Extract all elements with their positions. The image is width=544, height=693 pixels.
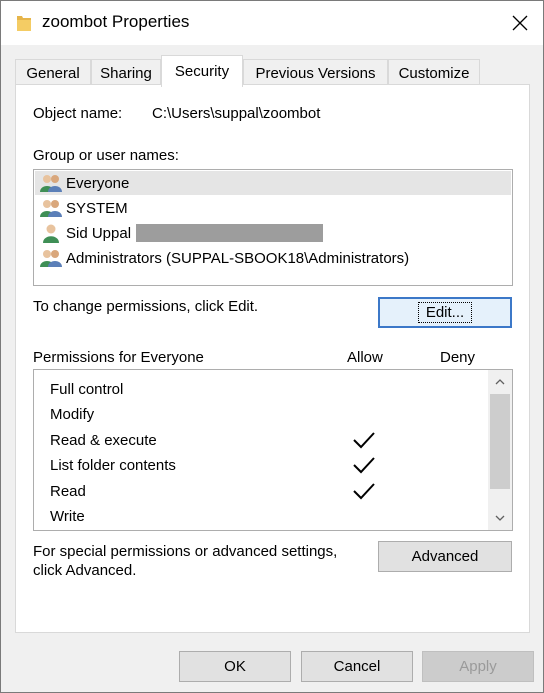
permission-row: Read [34, 478, 488, 503]
list-item-sid-uppal[interactable]: Sid Uppal [35, 221, 511, 245]
list-item-everyone[interactable]: Everyone [35, 171, 511, 195]
ok-button[interactable]: OK [179, 651, 291, 682]
group-users-label: Group or user names: [33, 147, 179, 164]
group-users-icon [40, 200, 62, 217]
permissions-label: Permissions for Everyone [33, 349, 204, 366]
allow-header: Allow [347, 349, 383, 366]
group-users-icon [40, 175, 62, 192]
user-icon [43, 224, 59, 243]
object-name-value: C:\Users\suppal\zoombot [152, 105, 321, 122]
permission-row: List folder contents [34, 452, 488, 477]
scroll-thumb[interactable] [490, 394, 510, 489]
permission-name: Write [50, 508, 85, 525]
close-button[interactable] [497, 1, 543, 45]
advanced-button[interactable]: Advanced [378, 541, 512, 572]
tab-sharing[interactable]: Sharing [91, 59, 161, 86]
edit-button[interactable]: Edit... [378, 297, 512, 328]
permission-name: List folder contents [50, 457, 176, 474]
window-title: zoombot Properties [42, 12, 190, 31]
tab-previous-versions[interactable]: Previous Versions [243, 59, 388, 86]
allow-check-icon [353, 457, 375, 474]
apply-button[interactable]: Apply [422, 651, 534, 682]
close-icon [512, 15, 528, 31]
properties-dialog: zoombot Properties General Sharing Secur… [0, 0, 544, 693]
permission-name: Read [50, 483, 86, 500]
list-item-administrators[interactable]: Administrators (SUPPAL-SBOOK18\Administr… [35, 246, 511, 270]
permission-row: Read & execute [34, 427, 488, 452]
cancel-button[interactable]: Cancel [301, 651, 413, 682]
permissions-scrollbar[interactable] [488, 370, 512, 530]
special-permissions-text-line1: For special permissions or advanced sett… [33, 543, 338, 560]
allow-check-icon [353, 432, 375, 449]
chevron-down-icon [495, 515, 505, 521]
scroll-down-button[interactable] [488, 506, 512, 530]
special-permissions-text-line2: click Advanced. [33, 562, 137, 579]
tab-customize[interactable]: Customize [388, 59, 480, 86]
permission-row: Modify [34, 401, 488, 426]
redacted-block [136, 224, 324, 242]
permission-row: Write [34, 503, 488, 528]
list-item-system[interactable]: SYSTEM [35, 196, 511, 220]
deny-header: Deny [440, 349, 476, 366]
folder-icon [17, 16, 31, 31]
permission-name: Read & execute [50, 432, 157, 449]
permission-row: Full control [34, 376, 488, 401]
chevron-up-icon [495, 379, 505, 385]
object-name-label: Object name: [33, 105, 123, 122]
tab-general[interactable]: General [15, 59, 91, 86]
tab-strip: General Sharing Security Previous Versio… [1, 55, 543, 87]
group-users-icon [40, 250, 62, 267]
group-user-list[interactable]: Everyone SYSTEM Sid Uppal Administrators… [33, 169, 513, 286]
permissions-list[interactable]: Full control Modify Read & execute List … [33, 369, 513, 531]
scroll-up-button[interactable] [488, 370, 512, 394]
title-bar: zoombot Properties [1, 1, 543, 45]
change-permissions-hint: To change permissions, click Edit. [33, 298, 259, 315]
dialog-footer: OK Cancel Apply [1, 633, 543, 693]
permission-name: Modify [50, 406, 95, 423]
allow-check-icon [353, 483, 375, 500]
tab-security[interactable]: Security [161, 55, 243, 87]
permission-name: Full control [50, 381, 124, 398]
